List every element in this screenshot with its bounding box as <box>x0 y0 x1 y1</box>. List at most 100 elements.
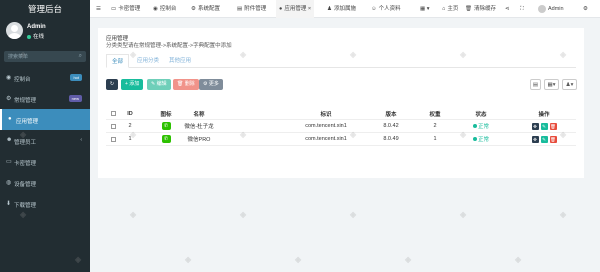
sidebar-badge: new <box>68 95 82 102</box>
refresh-button[interactable]: ↻ <box>106 79 118 90</box>
brand-title: 管理后台 <box>0 0 90 18</box>
sidebar-item-6[interactable]: ⬇ 下载管理 <box>0 193 90 214</box>
status-badge: 正常 <box>466 133 496 145</box>
wechat-icon: ✆ <box>156 133 176 145</box>
sidebar-item-0[interactable]: ◉ 控制台 hot <box>0 67 90 88</box>
cell-id: 2 <box>128 123 132 129</box>
sidebar-item-label: 下载管理 <box>14 202 37 209</box>
sidebar-item-label: 设备管理 <box>14 181 37 188</box>
clear-cache-button[interactable]: 🗑 清除缓存 <box>465 0 496 18</box>
row-checkbox[interactable] <box>106 120 120 132</box>
drag-handle-icon[interactable]: ✥ <box>531 122 539 130</box>
share-icon[interactable]: ⋖ <box>505 0 510 18</box>
device-icon: ◍ <box>6 180 12 186</box>
grid-menu-icon[interactable]: ▦ ▾ <box>420 0 430 18</box>
chevron-left-icon: ‹ <box>80 137 82 143</box>
search-placeholder: 搜索菜单 <box>8 54 29 60</box>
table-header: ID 图标 名称 标识 版本 权重 状态 操作 <box>106 108 576 120</box>
apps-table: ID 图标 名称 标识 版本 权重 状态 操作 2 ✆ 微信-杜子龙 com.tenc… <box>106 108 576 146</box>
header-version: 版本 <box>385 111 397 118</box>
export-dropdown-icon[interactable]: ♟▾ <box>562 79 577 90</box>
sidebar-item-4[interactable]: ▭ 卡密管理 <box>0 151 90 172</box>
topbar: ☰ ▭ 卡密管理 ◉ 控制台 ⚙ 系统配置 ▤ 附件管理 ● 应用管理 × ♟ 添加属施 ☺ 个人资料 ▦… <box>90 0 600 18</box>
tab-other-apps[interactable]: 其他应用 <box>164 54 196 68</box>
header-package: 标识 <box>320 111 332 118</box>
top-tab-0[interactable]: ▭ 卡密管理 <box>108 0 143 18</box>
users-icon: ☻ <box>6 137 13 143</box>
fullscreen-icon[interactable]: ⛶ <box>520 0 524 18</box>
admin-avatar <box>538 4 546 13</box>
gear-icon: ⚙ <box>191 6 196 12</box>
sidebar-item-5[interactable]: ◍ 设备管理 <box>0 172 90 193</box>
cell-name: 微信PRO <box>187 137 211 143</box>
row-actions: ✥ ✎ 🗑 <box>524 133 564 145</box>
row-actions: ✥ ✎ 🗑 <box>524 120 564 132</box>
sidebar-item-2[interactable]: ● 应用管理 <box>0 109 90 130</box>
menu-toggle-icon[interactable]: ☰ <box>96 0 104 18</box>
add-button[interactable]: + 添加 <box>121 79 144 90</box>
header-id[interactable]: ID <box>122 108 138 119</box>
avatar <box>6 22 23 39</box>
sidebar-item-1[interactable]: ⚙ 常规管理 new <box>0 88 90 109</box>
table-row[interactable]: 2 ✆ 微信-杜子龙 com.tencent.xin1 8.0.42 2 正常 ✥ ✎ 🗑 <box>106 120 576 133</box>
app-icon: ● <box>8 116 12 122</box>
admin-menu[interactable]: Admin <box>538 0 564 18</box>
cell-weight: 2 <box>433 123 437 129</box>
header-status: 状态 <box>475 111 487 118</box>
top-tab-1[interactable]: ◉ 控制台 <box>150 0 179 18</box>
sidebar-search[interactable]: 搜索菜单 ⌕ <box>4 51 86 62</box>
status-dot-icon <box>472 137 477 141</box>
edit-button[interactable]: ✎ 编辑 <box>147 79 171 90</box>
home-link[interactable]: ⌂ 主页 <box>442 0 458 18</box>
dashboard-icon: ◉ <box>153 6 158 12</box>
home-icon: ⌂ <box>442 6 446 12</box>
sidebar-item-label: 卡密管理 <box>14 160 37 167</box>
delete-button[interactable]: 🗑 删除 <box>173 79 199 90</box>
top-tab-2[interactable]: ⚙ 系统配置 <box>188 0 223 18</box>
header-icon: 图标 <box>160 111 172 118</box>
settings-icon[interactable]: ⚙ <box>583 0 588 18</box>
card-icon: ▭ <box>111 6 117 12</box>
wechat-icon: ✆ <box>156 120 176 132</box>
card-icon: ▭ <box>6 159 12 165</box>
delete-icon[interactable]: 🗑 <box>549 122 557 130</box>
sidebar-item-3[interactable]: ☻ 管理员工 ‹ <box>0 130 90 151</box>
status-dot-icon <box>472 124 477 128</box>
top-tab-4[interactable]: ● 应用管理 × <box>276 0 315 18</box>
top-tab-5[interactable]: ♟ 添加属施 <box>324 0 359 18</box>
header-weight[interactable]: 权重 <box>424 108 446 119</box>
search-icon[interactable]: ⌕ <box>79 53 82 60</box>
top-tab-6[interactable]: ☺ 个人资料 <box>368 0 404 18</box>
tab-all[interactable]: 全部 <box>106 54 130 68</box>
select-all-checkbox[interactable] <box>106 108 120 119</box>
table-row[interactable]: 1 ✆ 微信PRO com.tencent.xin1 8.0.49 1 正常 ✥ ✎ 🗑 <box>106 133 576 146</box>
app-icon: ● <box>279 6 283 12</box>
cell-weight: 1 <box>433 136 437 142</box>
tab-app-category[interactable]: 应用分类 <box>132 54 164 68</box>
close-icon[interactable]: × <box>308 6 311 12</box>
columns-dropdown-icon[interactable]: ▦▾ <box>544 79 559 90</box>
edit-icon[interactable]: ✎ <box>540 135 548 143</box>
main-content: 应用管理 分类类型请在常规管理->系统配置->字典配置中添加 全部 应用分类 其… <box>90 18 600 272</box>
trash-icon: 🗑 <box>465 6 472 12</box>
cell-version: 8.0.49 <box>383 136 399 142</box>
status-badge: 正常 <box>466 120 496 132</box>
delete-icon[interactable]: 🗑 <box>549 135 557 143</box>
view-toggle-icon[interactable]: ▤ <box>530 79 541 90</box>
row-checkbox[interactable] <box>106 133 120 145</box>
dashboard-icon: ◉ <box>6 75 12 81</box>
sidebar-item-label: 管理员工 <box>14 139 37 146</box>
sidebar-item-label: 常规管理 <box>14 97 37 104</box>
top-tab-3[interactable]: ▤ 附件管理 <box>234 0 269 18</box>
sidebar-item-label: 控制台 <box>14 76 31 83</box>
more-button[interactable]: ⚙ 更多 <box>199 79 223 90</box>
sidebar-menu: ◉ 控制台 hot ⚙ 常规管理 new ● 应用管理 ☻ 管理员工 ‹ ▭ 卡密管理 ◍ 设备管理 ⬇ 下载管… <box>0 67 90 214</box>
gear-icon: ⚙ <box>6 96 12 102</box>
edit-icon[interactable]: ✎ <box>540 122 548 130</box>
user-name: Admin <box>27 24 46 30</box>
cell-version: 8.0.42 <box>383 123 399 129</box>
cell-package: com.tencent.xin1 <box>305 136 347 142</box>
category-tabs: 全部 应用分类 其他应用 <box>106 54 576 68</box>
sidebar-badge: hot <box>70 74 82 81</box>
drag-handle-icon[interactable]: ✥ <box>531 135 539 143</box>
